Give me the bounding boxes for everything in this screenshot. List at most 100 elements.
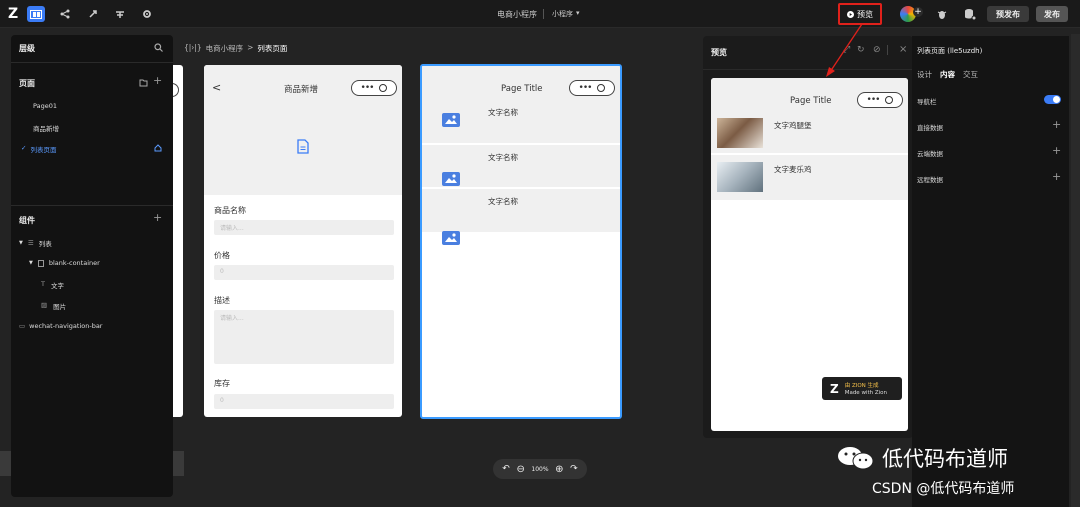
preview-panel: 预览 ⤢ ↻ ⊘ × Page Title ••• 文字鸡腿堡 文字麦乐鸡 Z … [703,36,913,438]
share-nodes-icon[interactable] [56,6,74,22]
tree-label: wechat-navigation-bar [29,322,103,330]
play-circle-icon [847,10,854,18]
prerelease-button[interactable]: 预发布 [987,6,1029,22]
page-title: 商品新增 [284,85,319,95]
price-input[interactable]: 0 [214,265,394,280]
back-arrow-icon[interactable]: < [212,81,221,94]
zoom-level: 100% [531,465,549,473]
tree-item-wechat-navigation-bar[interactable]: ▭ wechat-navigation-bar [19,322,102,330]
more-dots-icon: ••• [866,95,881,105]
stock-input[interactable]: 0 [214,394,394,409]
divider [11,62,173,63]
navbar-label: 导航栏 [917,98,937,106]
zoom-in-icon[interactable]: ⊕ [555,464,563,475]
badge-bottom-text: Made with Zion [844,390,888,396]
product-photo-nuggets [717,162,763,192]
toggle-knob [1053,96,1060,103]
tree-label: 文字 [50,282,64,290]
divider [422,143,620,145]
capsule-button[interactable]: ••• [857,92,903,108]
list-icon: ☰ [27,239,34,247]
preview-phone[interactable]: Page Title ••• 文字鸡腿堡 文字麦乐鸡 Z 由 ZION 生成 M… [711,78,908,431]
bug-icon[interactable] [937,8,947,20]
undo-icon[interactable]: ↶ [502,464,510,474]
file-icon [297,139,309,154]
annotation-arrow [826,23,863,77]
page-item-page01[interactable]: Page01 [33,102,57,110]
preview-page-title: Page Title [790,96,832,106]
add-component-plus-icon[interactable]: + [153,211,162,224]
add-cloud-data-plus-icon[interactable]: + [1052,144,1061,157]
tree-label: 图片 [53,303,67,311]
tab-interaction[interactable]: 交互 [963,69,978,80]
field-label: 商品名称 [214,206,246,215]
add-folder-icon[interactable] [139,78,148,87]
platform-select[interactable]: 小程序 ▾ [552,9,580,19]
caret-down-icon: ▼ [19,240,23,246]
tree-label: 列表 [38,240,52,248]
divider [703,69,913,70]
tree-label: blank-container [48,259,100,267]
wechat-watermark: 低代码布道师 [836,443,1008,473]
pages-title: 页面 [19,79,35,88]
settings-gear-icon[interactable] [138,6,156,22]
badge-top-text: 由 ZION 生成 [844,383,879,389]
add-remote-data-plus-icon[interactable]: + [1052,170,1061,183]
platform-label: 小程序 [552,10,573,18]
zoom-out-icon[interactable]: ⊖ [516,464,524,475]
page-title: Page Title [501,84,543,94]
tree-item-text[interactable]: T 文字 [41,280,64,290]
product-name-input[interactable]: 请输入... [214,220,394,235]
props-title: 列表页面 (lle5uzdh) [917,47,983,55]
add-page-plus-icon[interactable]: + [153,74,162,87]
tree-item-blank-container[interactable]: ▼ blank-container [29,259,100,267]
direct-data-label: 直接数据 [917,124,943,132]
tree-item-list[interactable]: ▼ ☰ 列表 [19,238,52,248]
navbar-toggle[interactable] [1044,95,1061,104]
product-add-page-canvas[interactable]: < 商品新增 ••• 商品名称 请输入... 价格 0 描述 请输入... 库存… [204,65,402,417]
tree-item-image[interactable]: ▨ 图片 [41,301,66,311]
database-icon[interactable] [964,8,976,20]
product-photo-burger [717,118,763,148]
zion-logo[interactable]: Z [8,6,18,22]
zoom-controls: ↶ ⊖ 100% ⊕ ↷ [493,459,587,479]
search-icon[interactable] [154,43,163,52]
preview-title: 预览 [711,48,727,57]
add-direct-data-plus-icon[interactable]: + [1052,118,1061,131]
redo-icon[interactable]: ↷ [570,464,578,474]
check-icon: ✓ [21,144,27,152]
remote-data-label: 远程数据 [917,176,943,184]
breadcrumb-app[interactable]: 电商小程序 [206,43,244,54]
publish-button[interactable]: 发布 [1036,6,1068,22]
scrollbar[interactable] [1071,34,1080,507]
close-icon[interactable]: × [899,44,907,55]
add-collaborator-icon[interactable]: + [913,7,923,17]
list-page-canvas[interactable]: Page Title ••• 文字名称 文字名称 文字名称 [420,64,622,419]
divider [11,205,173,206]
made-with-zion-badge[interactable]: Z 由 ZION 生成 Made with Zion [822,377,902,400]
pages-layout-icon[interactable] [27,6,45,22]
wechat-icon [838,447,874,470]
image-placeholder-icon [442,172,460,186]
tab-content[interactable]: 内容 [940,69,955,80]
capsule-button[interactable]: ••• [569,80,615,96]
stop-icon[interactable]: ⊘ [873,45,881,55]
page-item-list-page[interactable]: ✓ 列表页面 [21,144,56,154]
api-icon[interactable] [111,6,129,22]
breadcrumb-page[interactable]: 列表页面 [257,43,287,54]
layers-title: 层级 [19,44,35,53]
preview-label: 预览 [857,9,873,19]
navbar-icon: ▭ [19,322,26,330]
rocket-icon[interactable] [84,6,102,22]
home-icon[interactable] [154,144,162,152]
description-textarea[interactable]: 请输入... [214,310,394,364]
tab-design[interactable]: 设计 [917,69,932,80]
divider [422,187,620,189]
divider [543,9,544,19]
list-item-text: 文字名称 [488,108,518,117]
chevron-down-icon: ▾ [576,9,580,17]
close-circle-icon [379,84,388,92]
page-item-product-add[interactable]: 商品新增 [33,123,59,133]
breadcrumb: {|›|} 电商小程序 > 列表页面 [184,43,287,54]
capsule-button[interactable]: ••• [351,80,397,96]
